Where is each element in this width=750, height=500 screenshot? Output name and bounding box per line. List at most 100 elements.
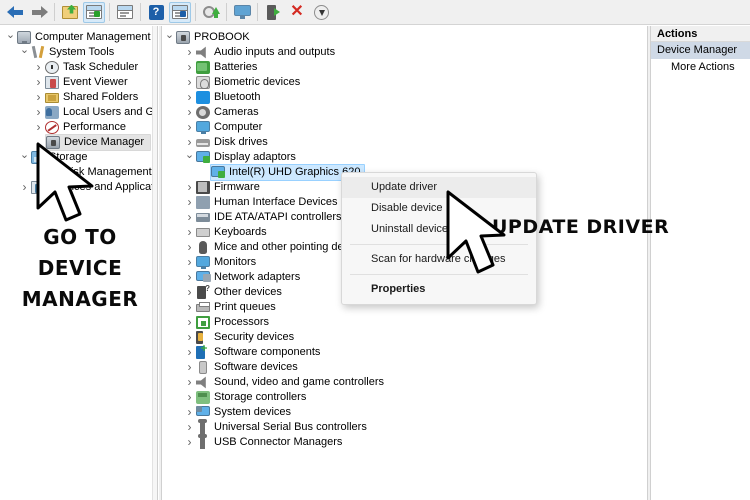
chevron-right-icon[interactable] <box>183 120 196 135</box>
device-tree-item-19[interactable]: Security devices <box>163 330 647 345</box>
chevron-right-icon[interactable] <box>183 255 196 270</box>
uninstall-device-button[interactable]: ✕ <box>286 2 308 23</box>
chevron-right-icon[interactable] <box>183 180 196 195</box>
chevron-right-icon[interactable] <box>183 435 196 450</box>
toolbar-separator <box>226 3 227 21</box>
chevron-right-icon[interactable] <box>183 75 196 90</box>
tree-item-label: Monitors <box>214 256 257 268</box>
device-tree-item-2[interactable]: Biometric devices <box>163 75 647 90</box>
chevron-down-icon[interactable] <box>163 30 176 45</box>
device-tree-item-3[interactable]: Bluetooth <box>163 90 647 105</box>
tree-item-label: Display adaptors <box>214 151 296 163</box>
chevron-right-icon[interactable] <box>183 315 196 330</box>
update-driver-icon <box>202 5 220 19</box>
chevron-right-icon[interactable] <box>183 285 196 300</box>
console-tree-item-5[interactable]: Local Users and Groups <box>0 105 152 120</box>
device-tree-item-20[interactable]: Software components <box>163 345 647 360</box>
tree-item-label: Security devices <box>214 331 295 343</box>
device-tree-item-26[interactable]: USB Connector Managers <box>163 434 647 450</box>
disable-device-button[interactable] <box>310 2 332 23</box>
tree-item-label: Task Scheduler <box>63 61 139 73</box>
device-tree-item-22[interactable]: Sound, video and game controllers <box>163 375 647 390</box>
forward-button[interactable] <box>28 2 50 23</box>
console-tree-item-1[interactable]: System Tools <box>0 45 152 60</box>
tree-item-label: Biometric devices <box>214 76 301 88</box>
chevron-right-icon[interactable] <box>32 105 45 120</box>
export-list-button[interactable] <box>59 2 81 23</box>
show-hide-console-tree-button[interactable] <box>83 1 105 23</box>
context-menu-item-0[interactable]: Update driver <box>342 177 536 198</box>
device-tree-item-1[interactable]: Batteries <box>163 60 647 75</box>
storage-icon <box>31 151 45 164</box>
device-tree-item-23[interactable]: Storage controllers <box>163 390 647 405</box>
chevron-down-icon[interactable] <box>4 30 17 45</box>
chevron-right-icon[interactable] <box>183 60 196 75</box>
chevron-right-icon[interactable] <box>183 45 196 60</box>
device-tree-root[interactable]: PROBOOK <box>163 30 647 45</box>
shared-folders-icon <box>45 91 59 104</box>
chevron-right-icon[interactable] <box>32 75 45 90</box>
speaker-icon <box>196 376 210 389</box>
twisty-placeholder <box>32 135 45 150</box>
console-tree-item-6[interactable]: Performance <box>0 120 152 135</box>
chevron-right-icon[interactable] <box>18 180 31 195</box>
chevron-down-icon[interactable] <box>183 150 196 165</box>
context-menu-item-3[interactable]: Scan for hardware changes <box>342 249 536 270</box>
console-tree-item-3[interactable]: Event Viewer <box>0 75 152 90</box>
chevron-right-icon[interactable] <box>183 405 196 420</box>
chevron-right-icon[interactable] <box>183 105 196 120</box>
chevron-right-icon[interactable] <box>183 195 196 210</box>
device-tree-item-18[interactable]: Processors <box>163 315 647 330</box>
battery-icon <box>196 61 210 74</box>
toolbar-separator <box>257 3 258 21</box>
console-tree-item-10[interactable]: Services and Applications <box>0 180 152 195</box>
console-tree-item-8[interactable]: Storage <box>0 150 152 165</box>
device-tree-item-4[interactable]: Cameras <box>163 105 647 120</box>
printer-icon <box>196 301 210 314</box>
chevron-right-icon[interactable] <box>183 210 196 225</box>
help-button[interactable]: ? <box>145 2 167 23</box>
scan-hardware-button[interactable] <box>231 2 253 23</box>
update-driver-button[interactable] <box>200 2 222 23</box>
tree-item-label: Human Interface Devices <box>214 196 338 208</box>
device-tree-item-6[interactable]: Disk drives <box>163 135 647 150</box>
show-hide-action-pane-button[interactable] <box>169 1 191 23</box>
context-menu-item-4[interactable]: Properties <box>342 279 536 300</box>
console-tree-item-2[interactable]: Task Scheduler <box>0 60 152 75</box>
chevron-right-icon[interactable] <box>183 420 196 435</box>
device-tree-item-21[interactable]: Software devices <box>163 360 647 375</box>
chevron-right-icon[interactable] <box>183 330 196 345</box>
network-adapter-icon <box>196 271 211 284</box>
console-tree-item-9[interactable]: Disk Management <box>0 165 152 180</box>
device-tree-item-25[interactable]: Universal Serial Bus controllers <box>163 419 647 435</box>
tree-item-label: Event Viewer <box>63 76 128 88</box>
back-button[interactable] <box>4 2 26 23</box>
chevron-right-icon[interactable] <box>183 90 196 105</box>
chevron-right-icon[interactable] <box>183 240 196 255</box>
actions-item-1[interactable]: More Actions <box>651 59 750 76</box>
device-tree-item-7[interactable]: Display adaptors <box>163 150 647 165</box>
chevron-right-icon[interactable] <box>183 345 196 360</box>
enable-device-button[interactable] <box>262 2 284 23</box>
actions-item-0[interactable]: Device Manager <box>651 42 750 59</box>
chevron-right-icon[interactable] <box>183 375 196 390</box>
chevron-right-icon[interactable] <box>183 270 196 285</box>
tree-item-label: Sound, video and game controllers <box>214 376 384 388</box>
tree-item-label: Disk drives <box>214 136 268 148</box>
chevron-right-icon[interactable] <box>183 390 196 405</box>
chevron-right-icon[interactable] <box>32 60 45 75</box>
device-tree-item-24[interactable]: System devices <box>163 405 647 420</box>
chevron-down-icon[interactable] <box>18 45 31 60</box>
console-tree-item-4[interactable]: Shared Folders <box>0 90 152 105</box>
chevron-down-icon[interactable] <box>18 150 31 165</box>
chevron-right-icon[interactable] <box>183 300 196 315</box>
tree-item-label: Universal Serial Bus controllers <box>214 421 367 433</box>
chevron-right-icon[interactable] <box>32 120 45 135</box>
chevron-right-icon[interactable] <box>183 360 196 375</box>
device-tree-item-5[interactable]: Computer <box>163 120 647 135</box>
chevron-right-icon[interactable] <box>183 225 196 240</box>
device-tree-item-0[interactable]: Audio inputs and outputs <box>163 45 647 60</box>
chevron-right-icon[interactable] <box>32 90 45 105</box>
clock-icon <box>45 61 59 74</box>
properties-button[interactable] <box>114 2 136 23</box>
